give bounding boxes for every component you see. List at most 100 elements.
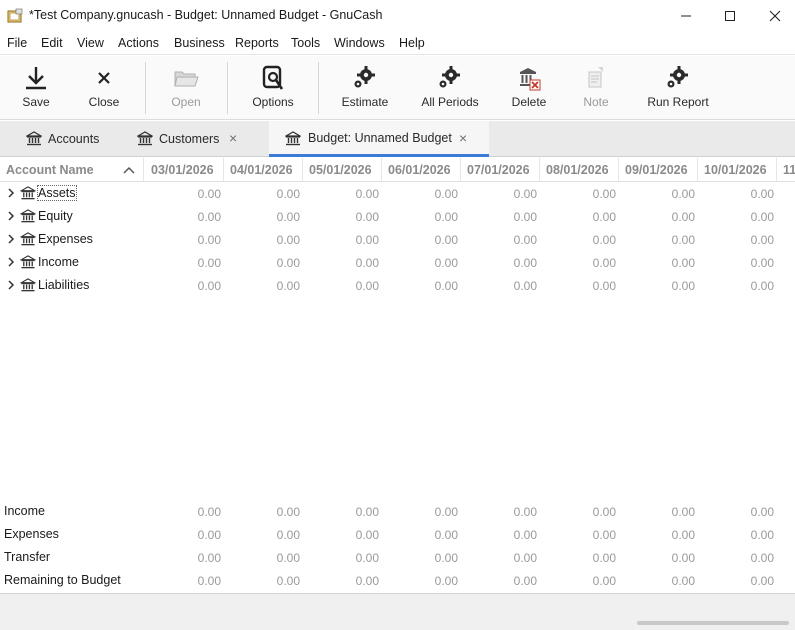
budget-cell[interactable]: 0.00 xyxy=(619,228,695,251)
open-button[interactable]: Open xyxy=(162,56,210,120)
budget-cell[interactable]: 0.00 xyxy=(224,205,300,228)
column-header-period[interactable]: 07/01/2026 xyxy=(461,158,540,182)
table-row[interactable]: Assets 0.00 0.00 0.00 0.00 0.00 0.00 0.00 0.00 xyxy=(0,182,795,205)
totals-cell: 0.00 xyxy=(750,527,774,542)
bank-icon xyxy=(20,209,36,223)
budget-cell[interactable]: 0.00 xyxy=(540,251,616,274)
menu-tools[interactable]: Tools xyxy=(291,36,320,50)
horizontal-scrollbar[interactable] xyxy=(637,621,789,625)
tab-customers[interactable]: Customers × xyxy=(125,121,269,157)
budget-cell[interactable]: 0.00 xyxy=(224,251,300,274)
close-window-button[interactable] xyxy=(752,0,795,32)
estimate-label: Estimate xyxy=(341,95,389,109)
table-row[interactable]: Liabilities 0.00 0.00 0.00 0.00 0.00 0.00 0.00 0… xyxy=(0,274,795,297)
save-button[interactable]: Save xyxy=(12,56,60,120)
chevron-right-icon[interactable] xyxy=(6,256,16,268)
budget-cell[interactable]: 0.00 xyxy=(698,182,774,205)
budget-cell[interactable]: 0.00 xyxy=(698,251,774,274)
tab-budget-label: Budget: Unnamed Budget xyxy=(308,130,452,145)
menu-file[interactable]: File xyxy=(7,36,27,50)
menu-business[interactable]: Business xyxy=(174,36,225,50)
tab-close-icon[interactable]: × xyxy=(229,130,237,146)
column-header-period[interactable]: 04/01/2026 xyxy=(224,158,303,182)
column-header-period[interactable]: 03/01/2026 xyxy=(145,158,224,182)
run-report-button[interactable]: Run Report xyxy=(645,56,711,120)
all-periods-button[interactable]: All Periods xyxy=(420,56,480,120)
budget-cell[interactable]: 0.00 xyxy=(303,205,379,228)
budget-cell[interactable]: 0.00 xyxy=(303,228,379,251)
budget-cell[interactable]: 0.00 xyxy=(145,251,221,274)
note-button[interactable]: Note xyxy=(572,56,620,120)
column-header-period[interactable]: 11 xyxy=(777,158,795,182)
budget-cell[interactable]: 0.00 xyxy=(145,274,221,297)
chevron-right-icon[interactable] xyxy=(6,210,16,222)
budget-cell[interactable]: 0.00 xyxy=(461,182,537,205)
totals-cell: 0.00 xyxy=(434,504,458,519)
delete-button[interactable]: Delete xyxy=(504,56,554,120)
budget-cell[interactable]: 0.00 xyxy=(382,228,458,251)
budget-cell[interactable]: 0.00 xyxy=(303,251,379,274)
menu-view[interactable]: View xyxy=(77,36,104,50)
budget-cell[interactable]: 0.00 xyxy=(461,274,537,297)
column-header-period[interactable]: 09/01/2026 xyxy=(619,158,698,182)
menu-bar: File Edit View Actions Business Reports … xyxy=(0,33,795,55)
menu-help[interactable]: Help xyxy=(399,36,425,50)
close-button[interactable]: Close xyxy=(80,56,128,120)
budget-cell[interactable]: 0.00 xyxy=(303,274,379,297)
budget-cell[interactable]: 0.00 xyxy=(698,274,774,297)
menu-reports[interactable]: Reports xyxy=(235,36,279,50)
budget-cell[interactable]: 0.00 xyxy=(224,228,300,251)
chevron-right-icon[interactable] xyxy=(6,279,16,291)
options-button[interactable]: Options xyxy=(246,56,300,120)
column-header-period[interactable]: 06/01/2026 xyxy=(382,158,461,182)
gear-icon xyxy=(354,66,375,88)
budget-cell[interactable]: 0.00 xyxy=(461,228,537,251)
tab-accounts[interactable]: Accounts xyxy=(0,121,125,157)
budget-cell[interactable]: 0.00 xyxy=(698,228,774,251)
chevron-right-icon[interactable] xyxy=(6,187,16,199)
budget-cell[interactable]: 0.00 xyxy=(224,182,300,205)
table-row[interactable]: Income 0.00 0.00 0.00 0.00 0.00 0.00 0.00 0.00 xyxy=(0,251,795,274)
totals-cell: 0.00 xyxy=(750,550,774,565)
column-header-period[interactable]: 10/01/2026 xyxy=(698,158,777,182)
budget-cell[interactable]: 0.00 xyxy=(540,274,616,297)
column-header-account-name[interactable]: Account Name xyxy=(0,158,144,182)
budget-cell[interactable]: 0.00 xyxy=(145,205,221,228)
budget-cell[interactable]: 0.00 xyxy=(619,182,695,205)
maximize-button[interactable] xyxy=(707,0,753,32)
budget-cell[interactable]: 0.00 xyxy=(619,251,695,274)
budget-cell[interactable]: 0.00 xyxy=(303,182,379,205)
column-header-period[interactable]: 08/01/2026 xyxy=(540,158,619,182)
tab-close-icon[interactable]: × xyxy=(459,130,467,146)
budget-cell[interactable]: 0.00 xyxy=(698,205,774,228)
budget-cell[interactable]: 0.00 xyxy=(619,205,695,228)
budget-cell[interactable]: 0.00 xyxy=(145,182,221,205)
budget-cell[interactable]: 0.00 xyxy=(540,205,616,228)
budget-cell[interactable]: 0.00 xyxy=(540,228,616,251)
budget-cell[interactable]: 0.00 xyxy=(619,274,695,297)
tab-budget[interactable]: Budget: Unnamed Budget × xyxy=(269,121,489,157)
table-row[interactable]: Expenses 0.00 0.00 0.00 0.00 0.00 0.00 0.00 0.00 xyxy=(0,228,795,251)
minimize-button[interactable] xyxy=(663,0,709,32)
menu-edit[interactable]: Edit xyxy=(41,36,63,50)
totals-cell: 0.00 xyxy=(513,527,537,542)
minimize-icon xyxy=(681,15,691,17)
budget-cell[interactable]: 0.00 xyxy=(382,182,458,205)
table-row[interactable]: Equity 0.00 0.00 0.00 0.00 0.00 0.00 0.00 0.00 xyxy=(0,205,795,228)
budget-cell[interactable]: 0.00 xyxy=(461,205,537,228)
estimate-button[interactable]: Estimate xyxy=(338,56,392,120)
close-icon xyxy=(769,10,781,22)
budget-cell[interactable]: 0.00 xyxy=(382,205,458,228)
budget-cell[interactable]: 0.00 xyxy=(382,274,458,297)
account-name: Equity xyxy=(38,209,73,223)
budget-cell[interactable]: 0.00 xyxy=(461,251,537,274)
menu-windows[interactable]: Windows xyxy=(334,36,385,50)
menu-actions[interactable]: Actions xyxy=(118,36,159,50)
budget-cell[interactable]: 0.00 xyxy=(224,274,300,297)
chevron-right-icon[interactable] xyxy=(6,233,16,245)
totals-row: Income 0.00 0.00 0.00 0.00 0.00 0.00 0.00 0.00 xyxy=(0,500,795,523)
budget-cell[interactable]: 0.00 xyxy=(540,182,616,205)
column-header-period[interactable]: 05/01/2026 xyxy=(303,158,382,182)
budget-cell[interactable]: 0.00 xyxy=(382,251,458,274)
budget-cell[interactable]: 0.00 xyxy=(145,228,221,251)
